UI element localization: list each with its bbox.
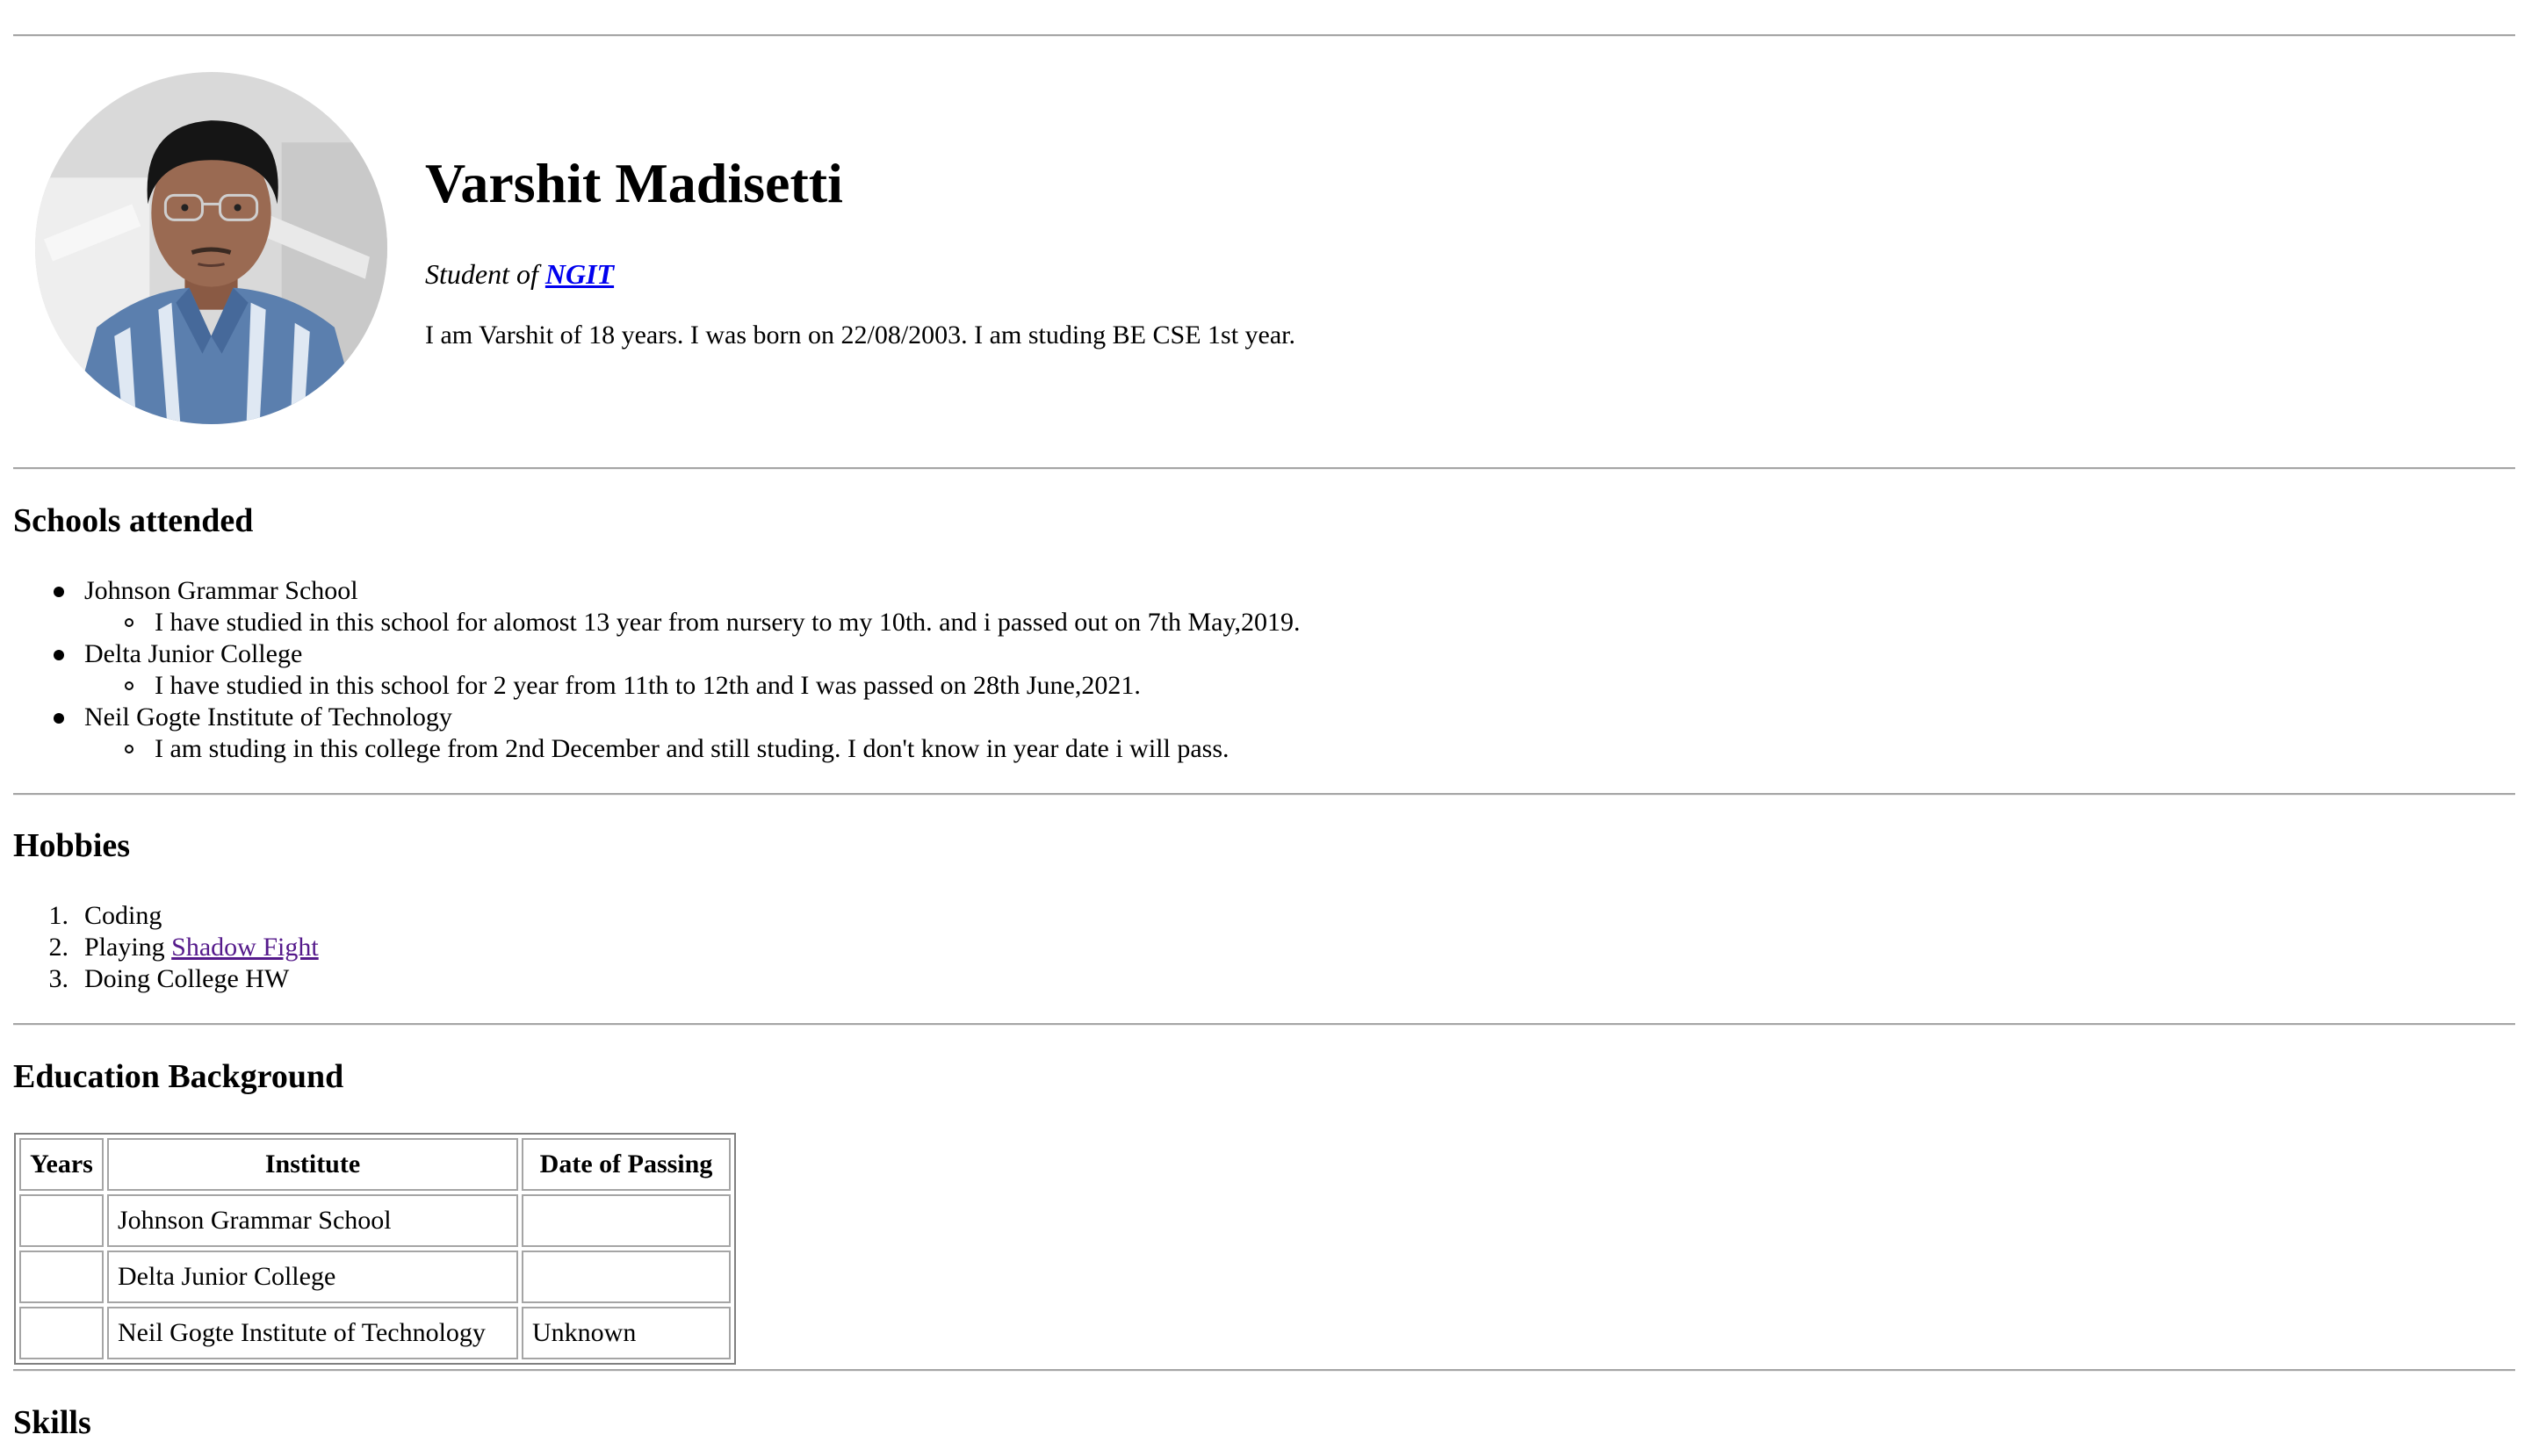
profile-name: Varshit Madisetti xyxy=(425,152,843,214)
table-cell: Delta Junior College xyxy=(107,1251,518,1303)
horizontal-rule xyxy=(13,1369,2515,1372)
school-name: Delta Junior College xyxy=(84,639,303,668)
table-row: Johnson Grammar School xyxy=(19,1194,731,1247)
bullet-icon xyxy=(54,587,64,597)
table-cell xyxy=(522,1194,731,1247)
ngit-link[interactable]: NGIT xyxy=(545,258,614,290)
table-cell: Unknown xyxy=(522,1307,731,1359)
profile-page: Varshit Madisetti Student of NGIT I am V… xyxy=(0,0,2524,1456)
hobby-item: Coding xyxy=(84,901,162,930)
school-detail: I have studied in this school for 2 year… xyxy=(155,671,1141,700)
profile-photo xyxy=(35,72,387,424)
school-detail: I have studied in this school for alomos… xyxy=(155,608,1301,637)
hobby-item: Doing College HW xyxy=(84,964,290,993)
horizontal-rule xyxy=(13,1023,2515,1026)
list-number: 1. xyxy=(48,901,69,930)
shadow-fight-link[interactable]: Shadow Fight xyxy=(171,933,319,962)
sub-bullet-icon xyxy=(125,681,133,690)
sub-bullet-icon xyxy=(125,618,133,627)
table-header-row: Years Institute Date of Passing xyxy=(19,1138,731,1191)
bullet-icon xyxy=(54,650,64,660)
table-cell xyxy=(19,1251,104,1303)
column-header-date: Date of Passing xyxy=(522,1138,731,1191)
subtitle-prefix: Student of xyxy=(425,258,545,290)
table-cell xyxy=(19,1307,104,1359)
school-name: Johnson Grammar School xyxy=(84,576,358,605)
schools-heading: Schools attended xyxy=(13,502,254,539)
hobby-text: Playing xyxy=(84,933,172,962)
list-number: 3. xyxy=(48,964,69,993)
school-detail: I am studing in this college from 2nd De… xyxy=(155,734,1230,763)
skills-heading: Skills xyxy=(13,1404,91,1441)
table-cell xyxy=(522,1251,731,1303)
table-cell: Johnson Grammar School xyxy=(107,1194,518,1247)
hobbies-heading: Hobbies xyxy=(13,827,131,864)
table-row: Neil Gogte Institute of Technology Unkno… xyxy=(19,1307,731,1359)
horizontal-rule xyxy=(13,467,2515,470)
profile-subtitle: Student of NGIT xyxy=(425,257,614,291)
list-number: 2. xyxy=(48,933,69,962)
sub-bullet-icon xyxy=(125,745,133,753)
table-cell: Neil Gogte Institute of Technology xyxy=(107,1307,518,1359)
education-table: Years Institute Date of Passing Johnson … xyxy=(14,1133,736,1365)
profile-bio: I am Varshit of 18 years. I was born on … xyxy=(425,321,1295,350)
education-heading: Education Background xyxy=(13,1058,344,1095)
bullet-icon xyxy=(54,713,64,724)
hobby-item: Playing Shadow Fight xyxy=(84,932,319,963)
table-row: Delta Junior College xyxy=(19,1251,731,1303)
table-cell xyxy=(19,1194,104,1247)
horizontal-rule xyxy=(13,34,2515,37)
column-header-years: Years xyxy=(19,1138,104,1191)
column-header-institute: Institute xyxy=(107,1138,518,1191)
school-name: Neil Gogte Institute of Technology xyxy=(84,703,452,732)
horizontal-rule xyxy=(13,793,2515,796)
